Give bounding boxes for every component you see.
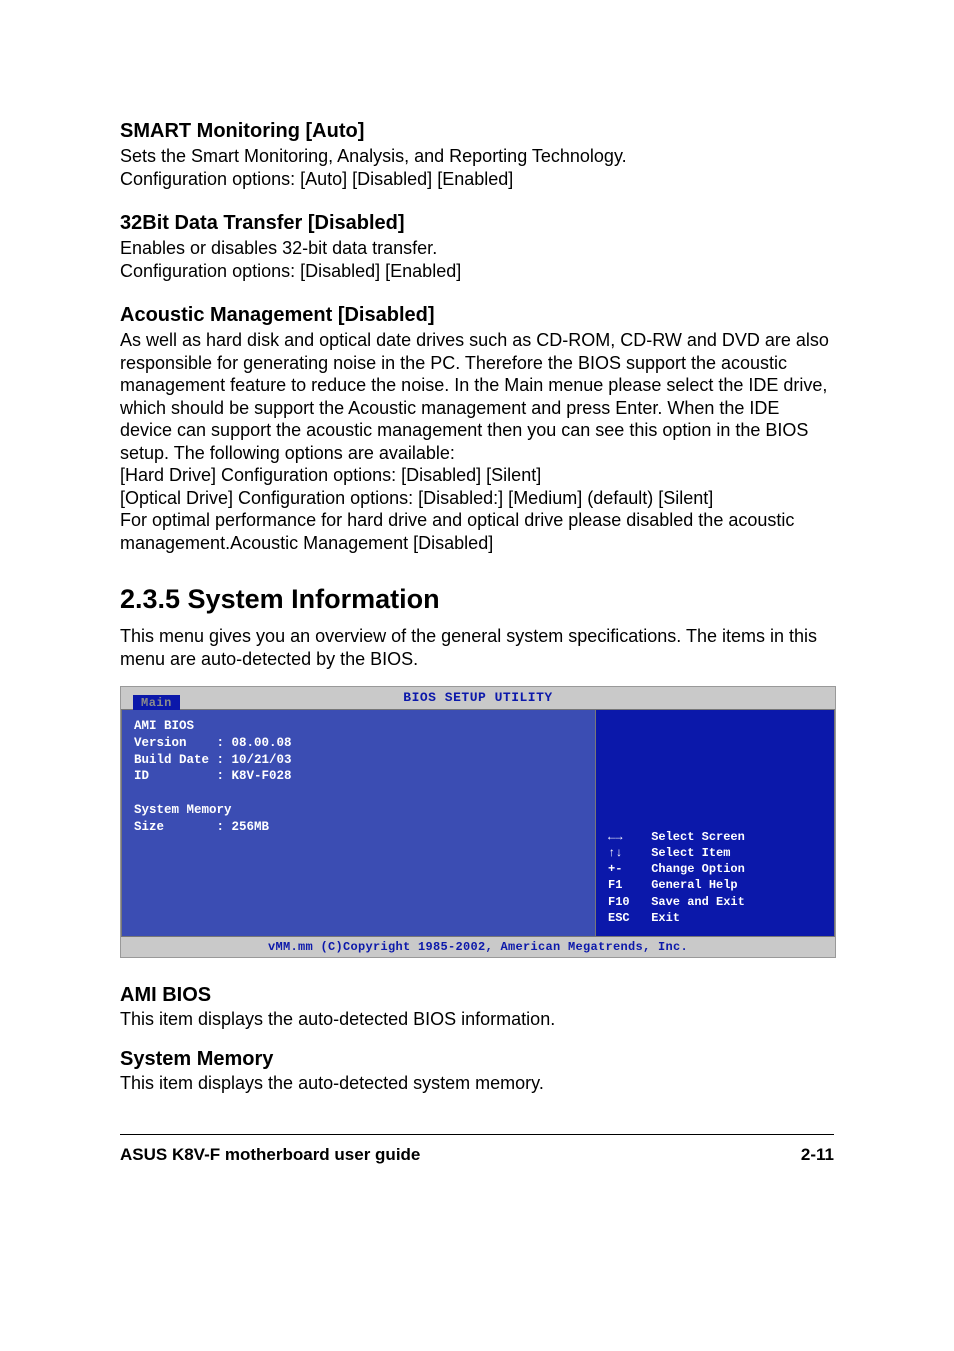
- footer-right: 2-11: [801, 1145, 834, 1165]
- bios-help-text: ←→ Select Screen ↑↓ Select Item +- Chang…: [608, 829, 824, 926]
- bios-right-panel: ←→ Select Screen ↑↓ Select Item +- Chang…: [596, 709, 835, 937]
- transfer-title: 32Bit Data Transfer [Disabled]: [120, 212, 834, 235]
- bios-tab-main: Main: [133, 695, 180, 710]
- bios-header: BIOS SETUP UTILITY Main: [121, 687, 835, 709]
- sysmem-desc: This item displays the auto-detected sys…: [120, 1073, 834, 1094]
- acoustic-title: Acoustic Management [Disabled]: [120, 304, 834, 327]
- bios-left-panel: AMI BIOS Version : 08.00.08 Build Date :…: [121, 709, 596, 937]
- section-sysinfo-intro: This menu gives you an overview of the g…: [120, 625, 834, 672]
- bios-body: AMI BIOS Version : 08.00.08 Build Date :…: [121, 709, 835, 937]
- sysmem-title: System Memory: [120, 1048, 834, 1071]
- transfer-desc: Enables or disables 32-bit data transfer…: [120, 237, 834, 282]
- bios-footer: vMM.mm (C)Copyright 1985-2002, American …: [121, 937, 835, 957]
- footer-left: ASUS K8V-F motherboard user guide: [120, 1145, 420, 1165]
- smart-desc: Sets the Smart Monitoring, Analysis, and…: [120, 145, 834, 190]
- bios-header-title: BIOS SETUP UTILITY: [403, 690, 552, 705]
- amibios-desc: This item displays the auto-detected BIO…: [120, 1009, 834, 1030]
- bios-screenshot: BIOS SETUP UTILITY Main AMI BIOS Version…: [120, 686, 836, 958]
- page-footer: ASUS K8V-F motherboard user guide 2-11: [120, 1134, 834, 1165]
- amibios-title: AMI BIOS: [120, 984, 834, 1007]
- smart-title: SMART Monitoring [Auto]: [120, 120, 834, 143]
- acoustic-desc: As well as hard disk and optical date dr…: [120, 329, 834, 554]
- section-sysinfo-title: 2.3.5 System Information: [120, 584, 834, 615]
